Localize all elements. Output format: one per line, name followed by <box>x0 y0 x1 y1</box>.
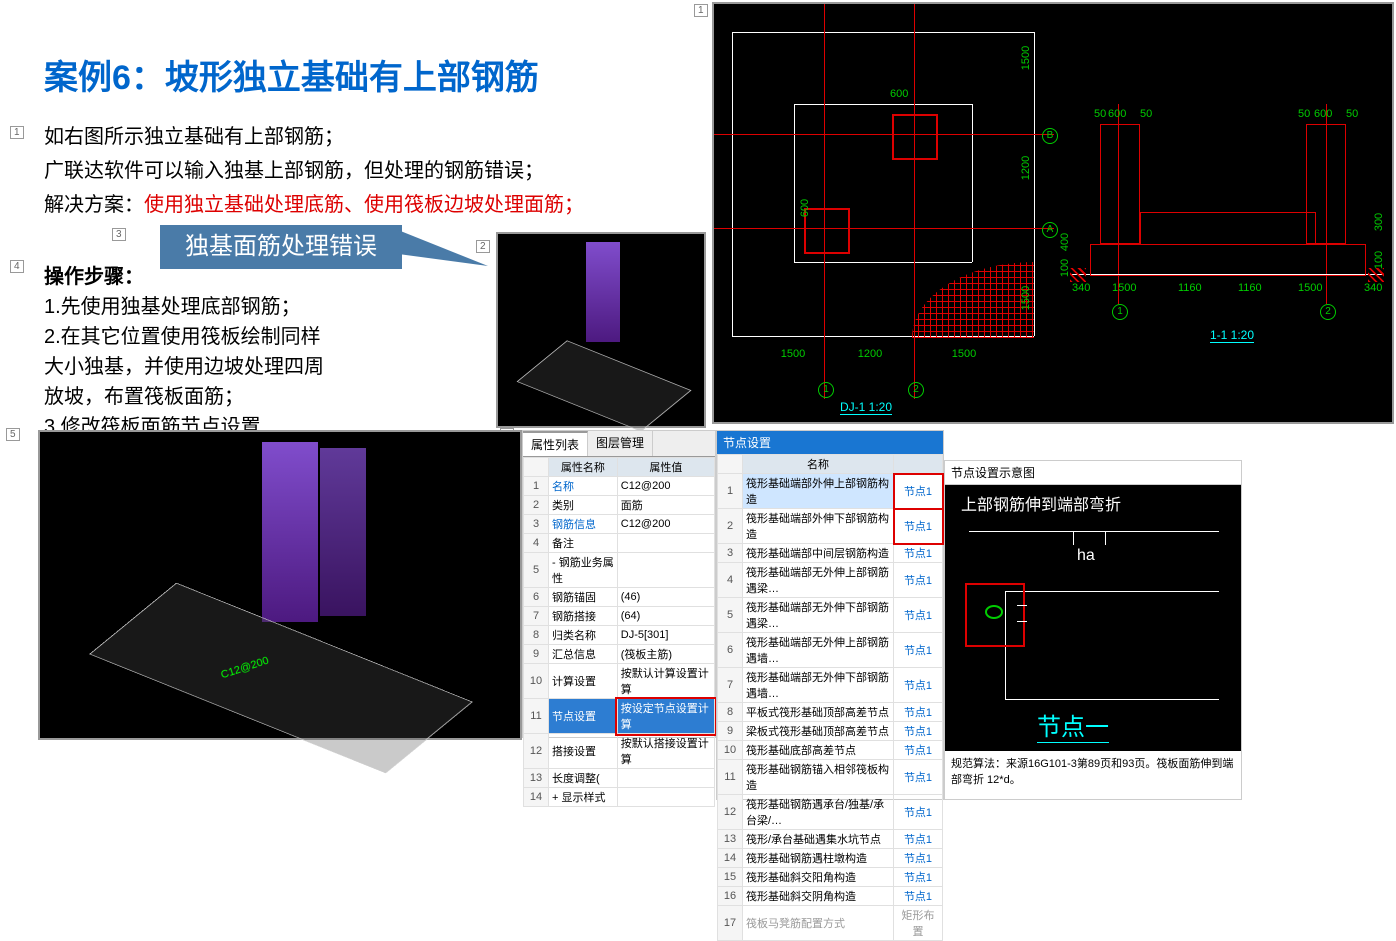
prop-value[interactable]: (64) <box>617 607 714 626</box>
prop-name[interactable]: 钢筋搭接 <box>549 607 618 626</box>
prop-name[interactable]: 归类名称 <box>549 626 618 645</box>
prop-name[interactable]: - 钢筋业务属性 <box>549 553 618 588</box>
node-row-value[interactable]: 节点1 <box>894 849 943 868</box>
node-row-value[interactable]: 节点1 <box>894 868 943 887</box>
prop-name[interactable]: 钢筋信息 <box>549 515 618 534</box>
prop-value[interactable]: C12@200 <box>617 477 714 496</box>
node-row-value[interactable]: 节点1 <box>894 722 943 741</box>
node-row-value[interactable]: 节点1 <box>894 474 943 509</box>
diagram-header: 节点设置示意图 <box>945 461 1241 485</box>
node-row-name[interactable]: 筏形基础端部外伸下部钢筋构造 <box>743 509 894 544</box>
node-row-name[interactable]: 筏形基础斜交阴角构造 <box>743 887 894 906</box>
prop-name[interactable]: 节点设置 <box>549 699 618 734</box>
marker-1b: 1 <box>10 126 24 139</box>
node-row-name[interactable]: 梁板式筏形基础顶部高差节点 <box>743 722 894 741</box>
prop-name[interactable]: 类别 <box>549 496 618 515</box>
node-row-name[interactable]: 筏形基础底部高差节点 <box>743 741 894 760</box>
intro-l2: 广联达软件可以输入独基上部钢筋，但处理的钢筋错误； <box>44 154 584 188</box>
node-row-value[interactable]: 节点1 <box>894 598 943 633</box>
prop-value[interactable]: 按默认计算设置计算 <box>617 664 714 699</box>
panel-cad: 1 2 A B 1500 1200 1500 1500 1200 600 600… <box>712 2 1394 424</box>
step-2b: 大小独基，并使用边坡处理四周 <box>44 352 324 382</box>
node-row-value[interactable]: 节点1 <box>894 668 943 703</box>
panel-3d-big: C12@200 <box>38 430 522 740</box>
steps-block: 操作步骤： 1.先使用独基处理底部钢筋； 2.在其它位置使用筏板绘制同样 大小独… <box>44 262 324 442</box>
node-row-value[interactable]: 节点1 <box>894 795 943 830</box>
prop-value[interactable]: 按设定节点设置计算 <box>617 699 714 734</box>
prop-name[interactable]: 长度调整( <box>549 769 618 788</box>
node-row-name[interactable]: 筏形基础端部中间层钢筋构造 <box>743 544 894 563</box>
diagram-footer: 规范算法：来源16G101-3第89页和93页。筏板面筋伸到端部弯折 12*d。 <box>945 751 1241 791</box>
node-row-name[interactable]: 平板式筏形基础顶部高差节点 <box>743 703 894 722</box>
node-row-value[interactable]: 节点1 <box>894 741 943 760</box>
node-row-name[interactable]: 筏形基础端部外伸上部钢筋构造 <box>743 474 894 509</box>
tab-layers[interactable]: 图层管理 <box>588 431 653 456</box>
prop-value[interactable]: 按默认搭接设置计算 <box>617 734 714 769</box>
node-panel: 节点设置 名称 1筏形基础端部外伸上部钢筋构造节点12筏形基础端部外伸下部钢筋构… <box>716 430 944 800</box>
node-row-name[interactable]: 筏形基础端部无外伸下部钢筋遇墙… <box>743 668 894 703</box>
marker-5a: 5 <box>6 428 20 441</box>
diagram-ha: ha <box>1077 547 1095 565</box>
prop-name[interactable]: 汇总信息 <box>549 645 618 664</box>
prop-value[interactable]: 面筋 <box>617 496 714 515</box>
node-row-value[interactable]: 节点1 <box>894 887 943 906</box>
prop-value[interactable] <box>617 553 714 588</box>
prop-name[interactable]: 名称 <box>549 477 618 496</box>
diagram-title: 上部钢筋伸到端部弯折 <box>961 491 1121 515</box>
node-row-value[interactable]: 节点1 <box>894 563 943 598</box>
intro-l3a: 解决方案： <box>44 194 144 216</box>
node-row-name[interactable]: 筏形基础端部无外伸上部钢筋遇梁… <box>743 563 894 598</box>
callout-arrow <box>398 230 488 278</box>
node-row-name[interactable]: 筏形基础斜交阳角构造 <box>743 868 894 887</box>
prop-value[interactable] <box>617 788 714 807</box>
step-2a: 2.在其它位置使用筏板绘制同样 <box>44 322 324 352</box>
node-row-name[interactable]: 筏形基础钢筋遇柱墩构造 <box>743 849 894 868</box>
node-panel-title: 节点设置 <box>717 431 943 454</box>
node-row-name[interactable]: 筏形/承台基础遇集水坑节点 <box>743 830 894 849</box>
node-row-name[interactable]: 筏板马凳筋配置方式 <box>743 906 894 941</box>
prop-name[interactable]: 钢筋锚固 <box>549 588 618 607</box>
property-panel: 属性列表 图层管理 属性名称属性值 1名称C12@2002类别面筋3钢筋信息C1… <box>522 430 716 738</box>
prop-value[interactable]: (46) <box>617 588 714 607</box>
steps-header: 操作步骤： <box>44 262 324 292</box>
prop-value[interactable]: C12@200 <box>617 515 714 534</box>
prop-name[interactable]: 计算设置 <box>549 664 618 699</box>
page-title: 案例6：坡形独立基础有上部钢筋 <box>44 50 539 99</box>
node-row-value[interactable]: 矩形布置 <box>894 906 943 941</box>
prop-value[interactable] <box>617 534 714 553</box>
node-row-name[interactable]: 筏形基础端部无外伸下部钢筋遇梁… <box>743 598 894 633</box>
node-row-name[interactable]: 筏形基础端部无外伸上部钢筋遇墙… <box>743 633 894 668</box>
node-row-value[interactable]: 节点1 <box>894 760 943 795</box>
prop-name[interactable]: 搭接设置 <box>549 734 618 769</box>
step-1: 1.先使用独基处理底部钢筋； <box>44 292 324 322</box>
diagram-panel: 节点设置示意图 上部钢筋伸到端部弯折 ha 节点一 规范算法：来源16G101-… <box>944 460 1242 800</box>
node-row-value[interactable]: 节点1 <box>894 830 943 849</box>
tab-properties[interactable]: 属性列表 <box>523 431 588 456</box>
diagram-node-label: 节点一 <box>1037 707 1109 743</box>
intro-l1: 如右图所示独立基础有上部钢筋； <box>44 120 584 154</box>
node-row-value[interactable]: 节点1 <box>894 544 943 563</box>
prop-name[interactable]: + 显示样式 <box>549 788 618 807</box>
node-row-value[interactable]: 节点1 <box>894 509 943 544</box>
intro-text: 如右图所示独立基础有上部钢筋； 广联达软件可以输入独基上部钢筋，但处理的钢筋错误… <box>44 120 584 222</box>
node-row-name[interactable]: 筏形基础钢筋遇承台/独基/承台梁/… <box>743 795 894 830</box>
step-2c: 放坡，布置筏板面筋； <box>44 382 324 412</box>
intro-l3b: 使用独立基础处理底筋、使用筏板边坡处理面筋； <box>144 194 584 216</box>
diagram-body: 上部钢筋伸到端部弯折 ha 节点一 <box>945 485 1241 751</box>
marker-3: 3 <box>112 228 126 241</box>
prop-value[interactable]: (筏板主筋) <box>617 645 714 664</box>
panel-3d-small <box>496 232 706 428</box>
node-row-value[interactable]: 节点1 <box>894 633 943 668</box>
node-row-name[interactable]: 筏形基础钢筋锚入相邻筏板构造 <box>743 760 894 795</box>
marker-1a: 1 <box>694 4 708 17</box>
prop-name[interactable]: 备注 <box>549 534 618 553</box>
marker-4: 4 <box>10 260 24 273</box>
node-row-value[interactable]: 节点1 <box>894 703 943 722</box>
prop-value[interactable] <box>617 769 714 788</box>
prop-value[interactable]: DJ-5[301] <box>617 626 714 645</box>
